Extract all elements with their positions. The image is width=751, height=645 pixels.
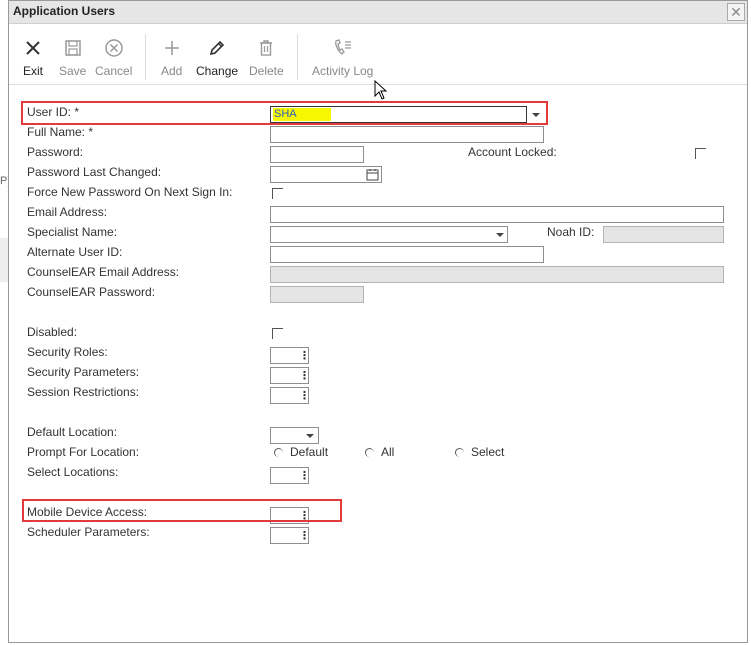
pencil-icon — [209, 40, 225, 56]
alternate-user-id-label: Alternate User ID: — [27, 245, 123, 259]
add-button[interactable]: Add — [161, 38, 182, 78]
dialog-title: Application Users — [13, 4, 116, 18]
email-input[interactable] — [270, 206, 724, 223]
noah-id-input — [603, 226, 724, 243]
counselear-password-input — [270, 286, 364, 303]
ellipsis-icon: ⋮ — [299, 470, 310, 482]
delete-button[interactable]: Delete — [249, 38, 284, 78]
save-button[interactable]: Save — [59, 38, 86, 78]
full-name-input[interactable] — [270, 126, 544, 143]
cancel-label: Cancel — [95, 64, 133, 78]
phone-log-icon — [334, 39, 351, 55]
change-label: Change — [196, 64, 239, 78]
save-label: Save — [59, 64, 87, 78]
activity-log-label: Activity Log — [312, 64, 374, 78]
highlight-box-mobile-device — [22, 499, 342, 522]
close-button[interactable]: ✕ — [727, 3, 745, 21]
prompt-default-radio[interactable] — [274, 448, 283, 457]
password-label: Password: — [27, 145, 84, 159]
email-label: Email Address: — [27, 205, 108, 219]
security-parameters-label: Security Parameters: — [27, 365, 140, 379]
session-restrictions-button[interactable]: ⋮ — [270, 387, 310, 404]
floppy-disk-icon — [64, 40, 81, 56]
trash-icon — [260, 40, 273, 56]
session-restrictions-label: Session Restrictions: — [27, 385, 140, 399]
prompt-default-label: Default — [290, 445, 329, 459]
noah-id-label: Noah ID: — [547, 225, 595, 239]
security-roles-label: Security Roles: — [27, 345, 108, 359]
prompt-for-location-label: Prompt For Location: — [27, 445, 140, 459]
cancel-button[interactable]: Cancel — [95, 38, 132, 78]
account-locked-checkbox[interactable] — [695, 148, 706, 159]
prompt-all-label: All — [381, 445, 395, 459]
prompt-select-label: Select — [471, 445, 505, 459]
chevron-down-icon[interactable] — [306, 434, 314, 438]
exit-label: Exit — [23, 64, 44, 78]
alternate-user-id-input[interactable] — [270, 246, 544, 263]
security-parameters-button[interactable]: ⋮ — [270, 367, 310, 384]
toolbar-separator — [145, 34, 146, 80]
security-roles-button[interactable]: ⋮ — [270, 347, 310, 364]
default-location-label: Default Location: — [27, 425, 118, 439]
prompt-all-radio[interactable] — [365, 448, 374, 457]
select-locations-label: Select Locations: — [27, 465, 119, 479]
calendar-icon[interactable] — [366, 168, 379, 181]
ellipsis-icon: ⋮ — [299, 390, 310, 402]
mouse-cursor-icon — [374, 80, 388, 100]
password-last-changed-input[interactable] — [270, 166, 382, 183]
activity-log-button[interactable]: Activity Log — [312, 38, 373, 78]
chevron-down-icon[interactable] — [496, 233, 504, 237]
counselear-email-input — [270, 266, 724, 283]
counselear-email-label: CounselEAR Email Address: — [27, 265, 180, 279]
toolbar: Exit Save Cancel Add Change Delete Activ… — [9, 24, 747, 85]
ellipsis-icon: ⋮ — [299, 530, 310, 542]
account-locked-label: Account Locked: — [468, 145, 557, 159]
select-locations-button[interactable]: ⋮ — [270, 467, 310, 484]
title-bar[interactable]: Application Users ✕ — [9, 1, 747, 24]
background-panel — [0, 238, 8, 282]
plus-icon — [164, 41, 179, 55]
force-new-password-checkbox[interactable] — [272, 188, 283, 199]
specialist-name-label: Specialist Name: — [27, 225, 118, 239]
exit-button[interactable]: Exit — [23, 38, 43, 78]
scheduler-parameters-button[interactable]: ⋮ — [270, 527, 310, 544]
full-name-label: Full Name: * — [27, 125, 94, 139]
user-form: User ID: * SHA Full Name: * Password: Ac… — [9, 85, 747, 642]
x-icon — [26, 41, 40, 55]
add-label: Add — [161, 64, 183, 78]
prompt-select-radio[interactable] — [455, 448, 464, 457]
password-last-changed-label: Password Last Changed: — [27, 165, 162, 179]
close-icon: ✕ — [730, 4, 742, 20]
change-button[interactable]: Change — [196, 38, 238, 78]
highlight-box-user-id — [21, 101, 548, 125]
cancel-circle-icon — [104, 39, 123, 57]
delete-label: Delete — [249, 64, 284, 78]
counselear-password-label: CounselEAR Password: — [27, 285, 156, 299]
ellipsis-icon: ⋮ — [299, 370, 310, 382]
disabled-label: Disabled: — [27, 325, 78, 339]
password-input[interactable] — [270, 146, 364, 163]
ellipsis-icon: ⋮ — [299, 350, 310, 362]
force-new-password-label: Force New Password On Next Sign In: — [27, 185, 233, 199]
scheduler-parameters-label: Scheduler Parameters: — [27, 525, 150, 539]
specialist-name-select[interactable] — [270, 226, 508, 243]
disabled-checkbox[interactable] — [272, 328, 283, 339]
toolbar-separator — [297, 34, 298, 80]
